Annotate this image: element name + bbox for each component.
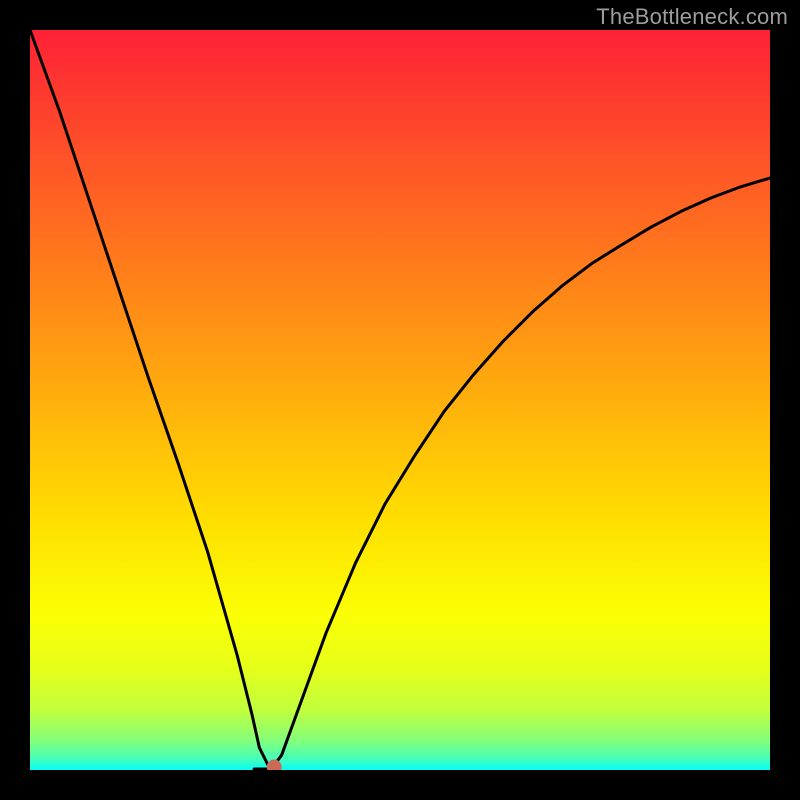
bottleneck-curve xyxy=(30,30,770,770)
curve-svg xyxy=(30,30,770,770)
min-point-marker xyxy=(267,760,282,771)
plot-area xyxy=(30,30,770,770)
chart-frame: TheBottleneck.com xyxy=(0,0,800,800)
watermark-text: TheBottleneck.com xyxy=(596,4,788,30)
